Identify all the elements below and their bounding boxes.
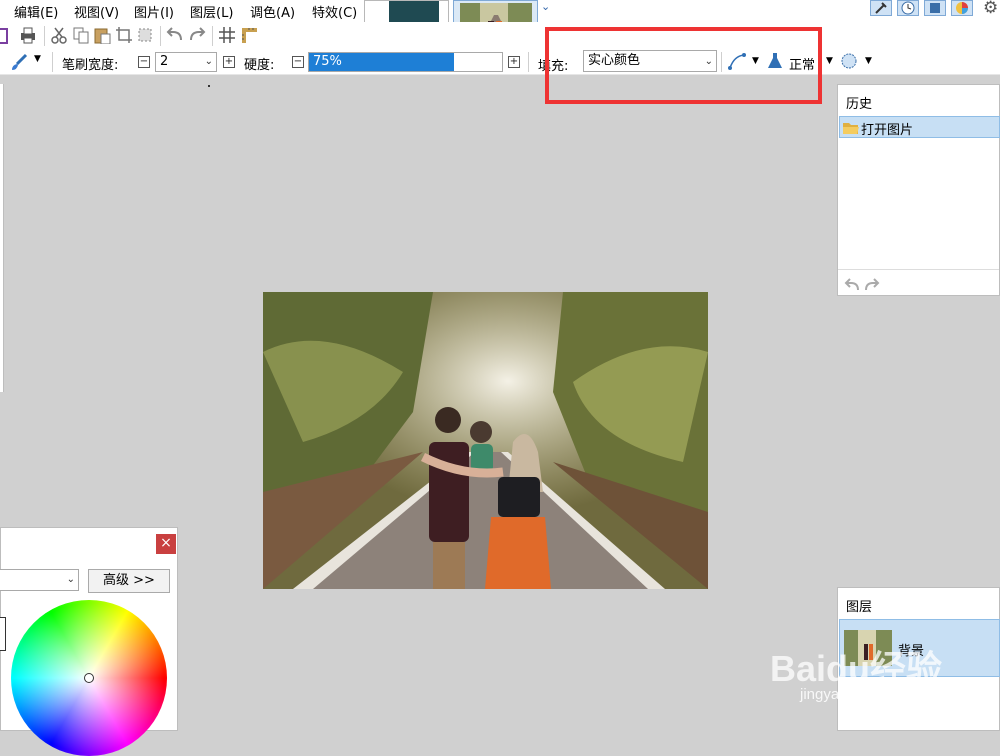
color-picker-handle[interactable] — [84, 673, 94, 683]
brush-width-increase-icon[interactable]: + — [223, 56, 235, 68]
watermark-brand: Baidu经验 — [770, 648, 943, 689]
hardness-decrease-icon[interactable]: − — [292, 56, 304, 68]
cut-icon[interactable] — [50, 26, 68, 44]
deselect-icon[interactable] — [136, 26, 154, 44]
redo-icon[interactable] — [188, 26, 206, 44]
grid-icon[interactable] — [218, 26, 236, 44]
history-panel: 历史 打开图片 — [837, 84, 1000, 296]
undo-icon[interactable] — [166, 26, 184, 44]
menu-layers[interactable]: 图层(L) — [190, 2, 233, 21]
colors-window-icon[interactable] — [951, 0, 973, 16]
hardness-slider[interactable]: 75% — [308, 52, 503, 72]
layers-panel-title: 图层 — [846, 600, 873, 615]
selection-mode-dropdown-icon[interactable]: ▼ — [865, 56, 872, 66]
copy-icon[interactable] — [72, 26, 90, 44]
menu-edit[interactable]: 编辑(E) — [14, 2, 58, 21]
crop-icon[interactable] — [115, 26, 133, 44]
brush-width-label: 笔刷宽度: — [62, 58, 119, 73]
history-window-icon[interactable] — [897, 0, 919, 16]
print-icon[interactable] — [19, 26, 37, 44]
paintbrush-tool-icon[interactable] — [10, 53, 28, 71]
blend-mode-dropdown-icon[interactable]: ▼ — [826, 56, 833, 66]
primary-color-swatch[interactable] — [0, 617, 6, 651]
chevron-down-icon: ⌄ — [204, 56, 213, 67]
history-item-label: 打开图片 — [861, 123, 914, 138]
hardness-value: 75% — [313, 54, 342, 69]
canvas-image[interactable] — [263, 292, 708, 589]
color-wheel[interactable] — [11, 600, 167, 756]
main-toolbar — [0, 22, 1000, 50]
menu-image[interactable]: 图片(I) — [134, 2, 174, 21]
tool-options-bar: ▼ 笔刷宽度: − 2 ⌄ + 硬度: − 75% + 填充: 实心颜色 ⌄ ▼… — [0, 50, 1000, 75]
brush-width-select[interactable]: 2 ⌄ — [155, 52, 217, 72]
brush-width-value: 2 — [160, 54, 169, 69]
canvas-dot — [208, 85, 210, 87]
history-undo-icon[interactable] — [844, 278, 860, 292]
history-panel-title: 历史 — [846, 97, 873, 112]
save-icon[interactable] — [0, 28, 8, 44]
settings-gear-icon[interactable]: ⚙ — [983, 0, 998, 18]
tools-window-icon[interactable] — [870, 0, 892, 16]
menu-view[interactable]: 视图(V) — [74, 2, 119, 21]
hardness-increase-icon[interactable]: + — [508, 56, 520, 68]
history-item[interactable]: 打开图片 — [839, 116, 1000, 138]
close-icon[interactable]: × — [156, 534, 176, 554]
brush-width-decrease-icon[interactable]: − — [138, 56, 150, 68]
color-mode-select[interactable]: ⌄ — [0, 569, 79, 591]
menu-effects[interactable]: 特效(C) — [312, 2, 357, 21]
menu-adjust[interactable]: 调色(A) — [250, 2, 295, 21]
layers-window-icon[interactable] — [924, 0, 946, 16]
family-walking-photo — [263, 292, 708, 589]
tool-dropdown-icon[interactable]: ▼ — [34, 54, 41, 64]
hardness-label: 硬度: — [244, 58, 275, 73]
annotation-highlight-box — [545, 27, 822, 104]
advanced-button[interactable]: 高级 >> — [88, 569, 170, 593]
tabs-dropdown-icon[interactable]: ⌄ — [541, 0, 550, 13]
history-redo-icon[interactable] — [864, 278, 880, 292]
open-folder-icon — [843, 123, 859, 134]
selection-mode-icon[interactable] — [840, 52, 858, 70]
colors-window: × ⌄ 高级 >> — [0, 527, 178, 756]
watermark-url: jingyan.baidu.com — [800, 686, 921, 703]
baidu-watermark: Baidu经验 jingyan.baidu.com — [770, 640, 1000, 710]
tools-window-edge — [0, 84, 4, 392]
divider — [838, 269, 999, 270]
chevron-down-icon: ⌄ — [66, 574, 75, 585]
paste-icon[interactable] — [93, 26, 111, 44]
ruler-icon[interactable] — [240, 26, 258, 44]
